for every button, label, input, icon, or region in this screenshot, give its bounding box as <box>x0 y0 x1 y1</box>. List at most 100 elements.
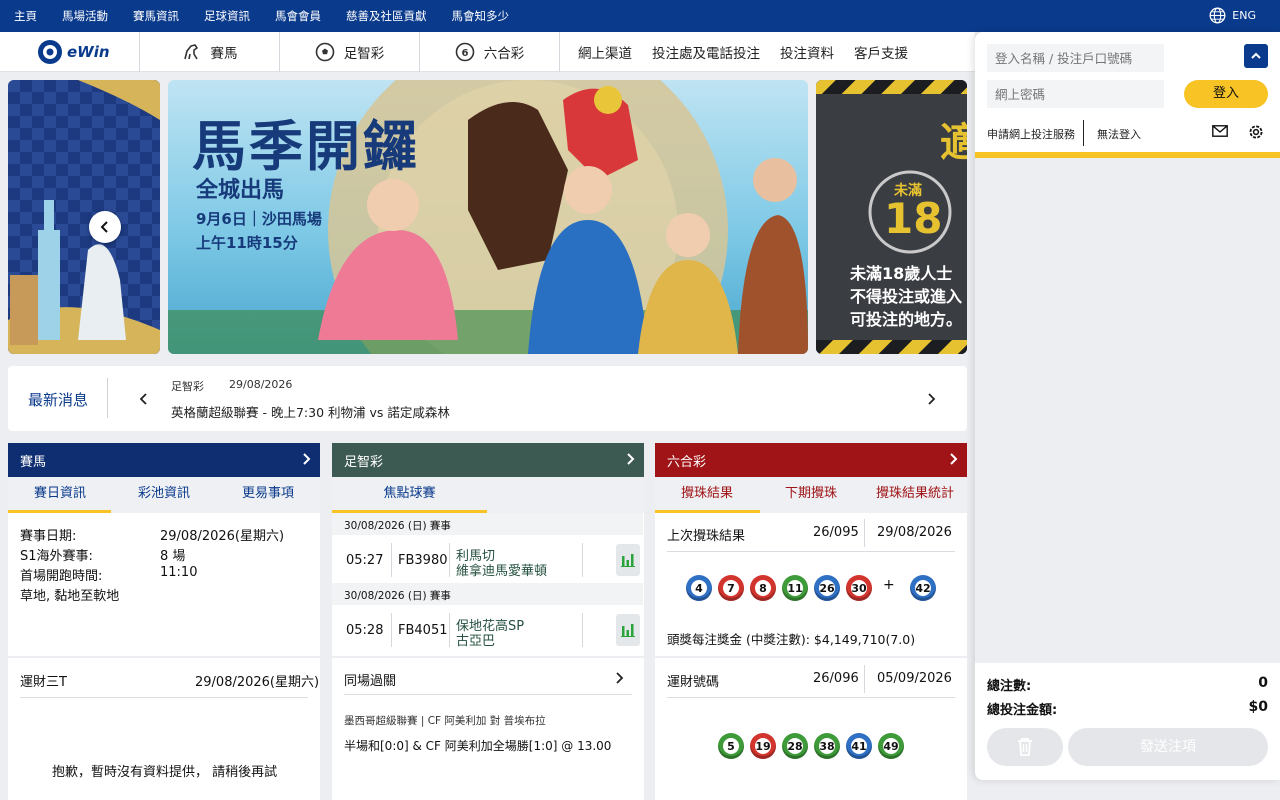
racing-panel-header[interactable]: 賽馬 <box>8 443 320 477</box>
banner-main-title: 馬季開鑼 <box>192 114 420 178</box>
marksix-divider <box>655 656 967 658</box>
top-bar: 主頁 馬場活動 賽馬資訊 足球資訊 馬會會員 慈善及社區貢獻 馬會知多少 ENG <box>0 0 1280 32</box>
login-button[interactable]: 登入 <box>1184 80 1268 108</box>
tab-draw-statistics[interactable]: 攪珠結果統計 <box>863 477 967 513</box>
carousel-prev-button[interactable] <box>89 211 121 243</box>
match-1-time: 05:27 <box>346 553 384 568</box>
nav-link-online[interactable]: 網上渠道 <box>578 42 632 62</box>
clear-slip-button[interactable] <box>987 728 1063 766</box>
racing-subtabs: 賽日資訊 彩池資訊 更易事項 <box>8 477 320 513</box>
lucky-ball-2: 19 <box>750 733 776 759</box>
nav-tab-marksix-label: 六合彩 <box>483 45 525 62</box>
trash-icon <box>1018 738 1032 756</box>
settings-gear-icon[interactable] <box>1247 123 1265 141</box>
lucky-ball-1: 5 <box>718 733 744 759</box>
last-draw-number: 26/095 <box>813 525 859 540</box>
marksix-panel-header[interactable]: 六合彩 <box>655 443 967 477</box>
horse-icon <box>183 43 198 59</box>
lucky-rule <box>667 697 955 698</box>
last-draw-rule <box>667 551 955 552</box>
match-day-1: 30/08/2026 (日) 賽事 <box>344 520 451 532</box>
nav-link-support[interactable]: 客戶支援 <box>854 42 908 62</box>
top-menu-charity[interactable]: 慈善及社區貢獻 <box>346 8 427 24</box>
match-1-away[interactable]: 維拿迪馬愛華頓 <box>456 560 547 579</box>
top-menu-racecourse[interactable]: 馬場活動 <box>62 8 108 24</box>
football-subtabs: 焦點球賽 <box>332 477 644 513</box>
top-menu-home[interactable]: 主頁 <box>14 8 37 24</box>
top-menu-racing-info[interactable]: 賽馬資訊 <box>133 8 179 24</box>
tab-featured-matches[interactable]: 焦點球賽 <box>332 477 487 513</box>
collapse-slip-button[interactable] <box>1244 44 1268 68</box>
lucky-draw-date: 05/09/2026 <box>877 671 952 686</box>
football-panel-title: 足智彩 <box>344 454 384 470</box>
tab-pool-info[interactable]: 彩池資訊 <box>112 477 216 513</box>
triple-trio-title: 運財三T <box>20 675 67 690</box>
football-panel-header[interactable]: 足智彩 <box>332 443 644 477</box>
nav-link-betting-info[interactable]: 投注資料 <box>780 42 834 62</box>
banner-slide-next[interactable]: 適 未滿 18 未滿18歲人士 不得投注或進入 可投注的地方。 <box>816 80 967 354</box>
news-category: 足智彩 <box>171 380 204 393</box>
lucky-draw-number: 26/096 <box>813 671 859 686</box>
latest-news: 最新消息 足智彩 29/08/2026 英格蘭超級聯賽 - 晚上7:30 利物浦… <box>8 366 967 431</box>
send-bets-button[interactable]: 發送注項 <box>1068 728 1268 766</box>
tab-draw-results[interactable]: 攪珠結果 <box>655 477 759 513</box>
news-next-icon[interactable] <box>924 392 938 406</box>
banner-main-sub3: 上午11時15分 <box>196 234 298 252</box>
draw-ball-1: 4 <box>686 575 712 601</box>
total-bets-label: 總注數: <box>987 679 1032 694</box>
logo-text: eWin <box>67 42 110 61</box>
last-draw-label: 上次攪珠結果 <box>667 529 746 544</box>
nav-tab-marksix[interactable]: 6 六合彩 <box>420 31 560 72</box>
ewin-logo[interactable]: eWin <box>0 31 140 72</box>
bet-slip-panel: 登入 申請網上投注服務 無法登入 總注數: 0 總投注金額: $0 發送注項 <box>975 32 1280 780</box>
cannot-login-link[interactable]: 無法登入 <box>1097 126 1141 142</box>
match-1-stats-button[interactable] <box>616 544 640 576</box>
banner-prev-art <box>8 80 160 354</box>
top-menu-about[interactable]: 馬會知多少 <box>452 8 510 24</box>
sgp-bet[interactable]: 半場和[0:0] & CF 阿美利加全場勝[1:0] @ 13.00 <box>344 737 611 754</box>
marksix-panel-title: 六合彩 <box>667 454 707 470</box>
triple-trio-date: 29/08/2026(星期六) <box>195 675 320 690</box>
mail-icon[interactable] <box>1212 125 1228 137</box>
banner-slide-main[interactable]: 馬季開鑼 全城出馬 9月6日｜沙田馬場 上午11時15分 <box>168 80 808 354</box>
top-menu-membership[interactable]: 馬會會員 <box>275 8 321 24</box>
draw-ball-4: 11 <box>782 575 808 601</box>
track-going: 草地, 黏地至軟地 <box>20 589 120 604</box>
login-name-input[interactable] <box>987 44 1164 72</box>
tab-changes[interactable]: 更易事項 <box>216 477 320 513</box>
apply-online-betting-link[interactable]: 申請網上投注服務 <box>987 126 1075 142</box>
news-date: 29/08/2026 <box>229 378 293 391</box>
chevron-left-icon <box>100 221 108 233</box>
nav-tab-racing-label: 賽馬 <box>210 45 238 62</box>
lucky-ball-5: 41 <box>846 733 872 759</box>
draw-ball-5: 26 <box>814 575 840 601</box>
football-divider <box>332 656 644 658</box>
tab-race-day-info[interactable]: 賽日資訊 <box>8 477 112 513</box>
top-menu-football-info[interactable]: 足球資訊 <box>204 8 250 24</box>
s1-races-value: 8 場 <box>160 549 186 564</box>
nav-tab-racing[interactable]: 賽馬 <box>140 31 280 72</box>
lucky-ball-4: 38 <box>814 733 840 759</box>
slip-link-divider <box>1083 120 1084 146</box>
banner-next-char: 適 <box>940 120 967 166</box>
news-headline[interactable]: 英格蘭超級聯賽 - 晚上7:30 利物浦 vs 諾定咸森林 <box>171 402 450 421</box>
same-game-parlay-title: 同場過關 <box>344 674 397 689</box>
password-input[interactable] <box>987 80 1164 108</box>
triple-trio-no-data: 抱歉，暫時沒有資料提供， 請稍後再試 <box>52 765 278 780</box>
match-2-stats-button[interactable] <box>616 614 640 646</box>
match-1-id: FB3980 <box>398 553 448 568</box>
marksix-subtabs: 攪珠結果 下期攪珠 攪珠結果統計 <box>655 477 967 513</box>
nav-tab-football[interactable]: 足智彩 <box>280 31 420 72</box>
draw-ball-6: 30 <box>846 575 872 601</box>
sgp-rule <box>344 694 632 695</box>
news-prev-icon[interactable] <box>137 392 151 406</box>
language-switch[interactable]: ENG <box>1209 7 1256 24</box>
match-day-2: 30/08/2026 (日) 賽事 <box>344 590 451 602</box>
svg-text:6: 6 <box>461 48 468 59</box>
match-2-away[interactable]: 古亞巴 <box>456 630 495 649</box>
banner-slide-prev[interactable] <box>8 80 160 354</box>
chevron-right-icon[interactable] <box>612 671 626 685</box>
tab-next-draw[interactable]: 下期攪珠 <box>759 477 863 513</box>
nav-link-betting-branches[interactable]: 投注處及電話投注 <box>652 42 760 62</box>
banner-next-line-3: 可投注的地方。 <box>850 310 963 329</box>
